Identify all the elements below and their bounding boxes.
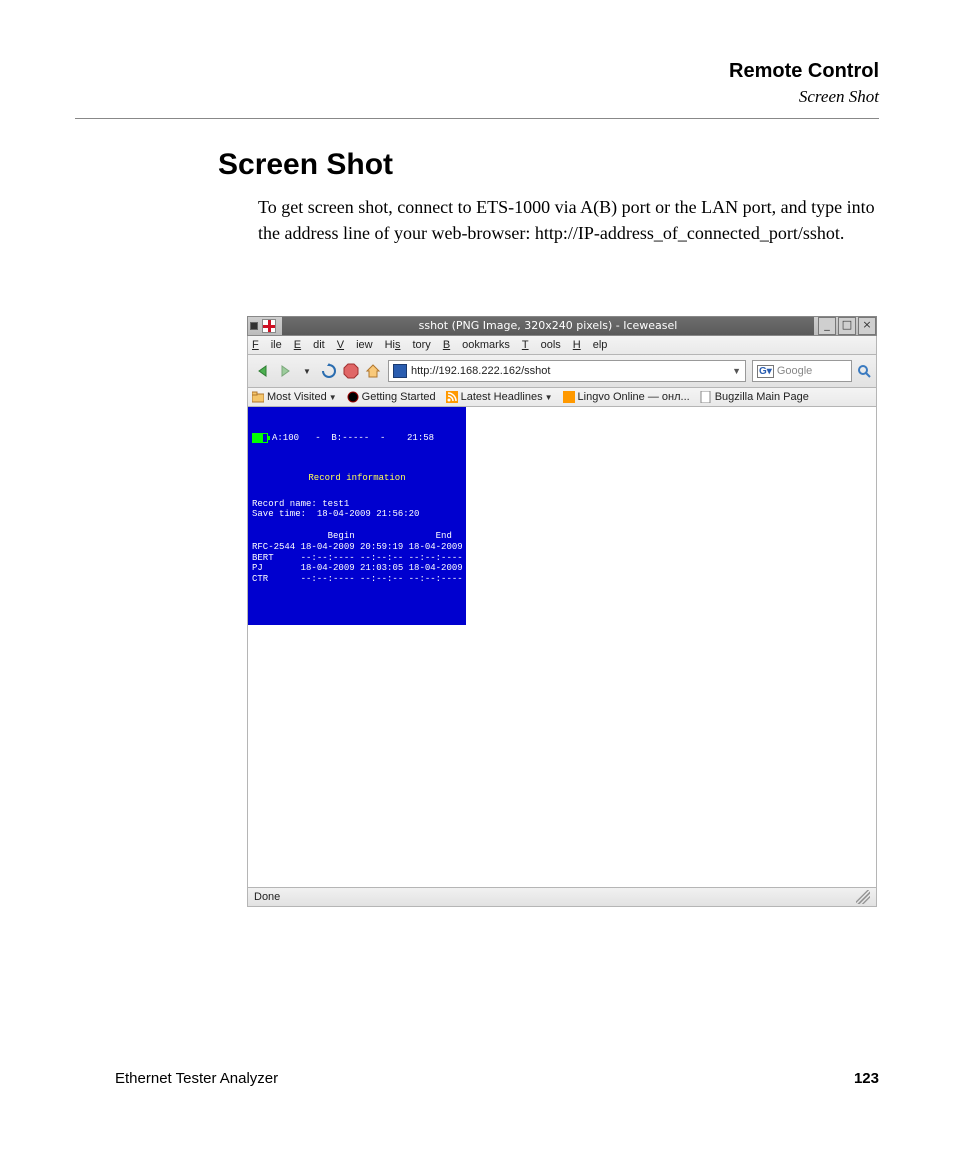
footer-product-name: Ethernet Tester Analyzer	[115, 1070, 278, 1087]
table-row: RFC-2544 18-04-2009 20:59:19 18-04-2009 …	[252, 542, 511, 552]
chapter-subtitle: Screen Shot	[729, 87, 879, 107]
bookmark-latest-headlines[interactable]: Latest Headlines▼	[446, 391, 553, 403]
url-dropdown-icon[interactable]: ▼	[732, 366, 741, 376]
section-paragraph: To get screen shot, connect to ETS-1000 …	[258, 194, 876, 246]
getting-started-icon	[347, 391, 359, 403]
minimize-button[interactable]: _	[818, 317, 836, 335]
chapter-title: Remote Control	[729, 60, 879, 83]
reload-button[interactable]	[321, 363, 337, 379]
page-icon	[700, 391, 712, 403]
device-status-line: A:100 - B:----- - 21:58	[252, 433, 462, 444]
forward-button[interactable]	[277, 363, 293, 379]
window-title: sshot (PNG Image, 320x240 pixels) - Icew…	[282, 317, 814, 335]
table-row: PJ 18-04-2009 21:03:05 18-04-2009 21:04:…	[252, 563, 511, 573]
home-button[interactable]	[365, 363, 381, 379]
back-button[interactable]	[255, 363, 271, 379]
bookmarks-bar: Most Visited▼ Getting Started Latest Hea…	[247, 388, 877, 407]
maximize-button[interactable]: □	[838, 317, 856, 335]
bookmark-getting-started[interactable]: Getting Started	[347, 391, 436, 403]
table-row: BERT --:--:---- --:--:-- --:--:---- --:-…	[252, 553, 511, 563]
browser-screenshot-figure: sshot (PNG Image, 320x240 pixels) - Icew…	[247, 316, 877, 907]
section-heading: Screen Shot	[218, 148, 393, 182]
save-time-row: Save time: 18-04-2009 21:56:20	[252, 509, 419, 519]
close-button[interactable]: ×	[858, 317, 876, 335]
page-number: 123	[854, 1070, 879, 1087]
url-bar[interactable]: http://192.168.222.162/sshot ▼	[388, 360, 746, 382]
rss-icon	[446, 391, 458, 403]
menu-view[interactable]: View	[337, 339, 373, 351]
table-header: Begin End	[252, 531, 452, 541]
search-engine-icon[interactable]: G▾	[757, 365, 774, 378]
bookmark-lingvo[interactable]: Lingvo Online — онл...	[563, 391, 690, 403]
search-submit-icon[interactable]	[856, 363, 872, 379]
menu-bookmarks[interactable]: Bookmarks	[443, 339, 510, 351]
device-screen-title: Record information	[252, 473, 462, 484]
battery-icon	[252, 433, 268, 443]
search-placeholder: Google	[777, 365, 812, 377]
table-row: CTR --:--:---- --:--:-- --:--:---- --:--…	[252, 574, 511, 584]
menu-help[interactable]: Help	[573, 339, 608, 351]
stop-button[interactable]	[343, 363, 359, 379]
lingvo-icon	[563, 391, 575, 403]
resize-grip-icon[interactable]	[856, 890, 870, 904]
navigation-toolbar: ▼ http://192.168.222.162/sshot ▼ G▾ Goog…	[247, 355, 877, 388]
menu-file[interactable]: File	[252, 339, 282, 351]
menubar: File Edit View History Bookmarks Tools H…	[247, 336, 877, 355]
page-content: A:100 - B:----- - 21:58 Record informati…	[247, 407, 877, 888]
menu-history[interactable]: History	[385, 339, 431, 351]
search-box[interactable]: G▾ Google	[752, 360, 852, 382]
record-name-row: Record name: test1	[252, 499, 349, 509]
app-icon	[262, 319, 276, 333]
close-icon[interactable]	[250, 322, 258, 330]
folder-icon	[252, 391, 264, 403]
menu-tools[interactable]: Tools	[522, 339, 561, 351]
bookmark-bugzilla[interactable]: Bugzilla Main Page	[700, 391, 809, 403]
page-favicon	[393, 364, 407, 378]
url-text: http://192.168.222.162/sshot	[411, 365, 550, 377]
device-screenshot: A:100 - B:----- - 21:58 Record informati…	[248, 407, 466, 625]
dropdown-history-icon[interactable]: ▼	[299, 363, 315, 379]
window-titlebar: sshot (PNG Image, 320x240 pixels) - Icew…	[247, 316, 877, 336]
status-text: Done	[254, 891, 280, 903]
browser-statusbar: Done	[247, 888, 877, 907]
header-rule	[75, 118, 879, 119]
menu-edit[interactable]: Edit	[294, 339, 325, 351]
bookmark-most-visited[interactable]: Most Visited▼	[252, 391, 337, 403]
